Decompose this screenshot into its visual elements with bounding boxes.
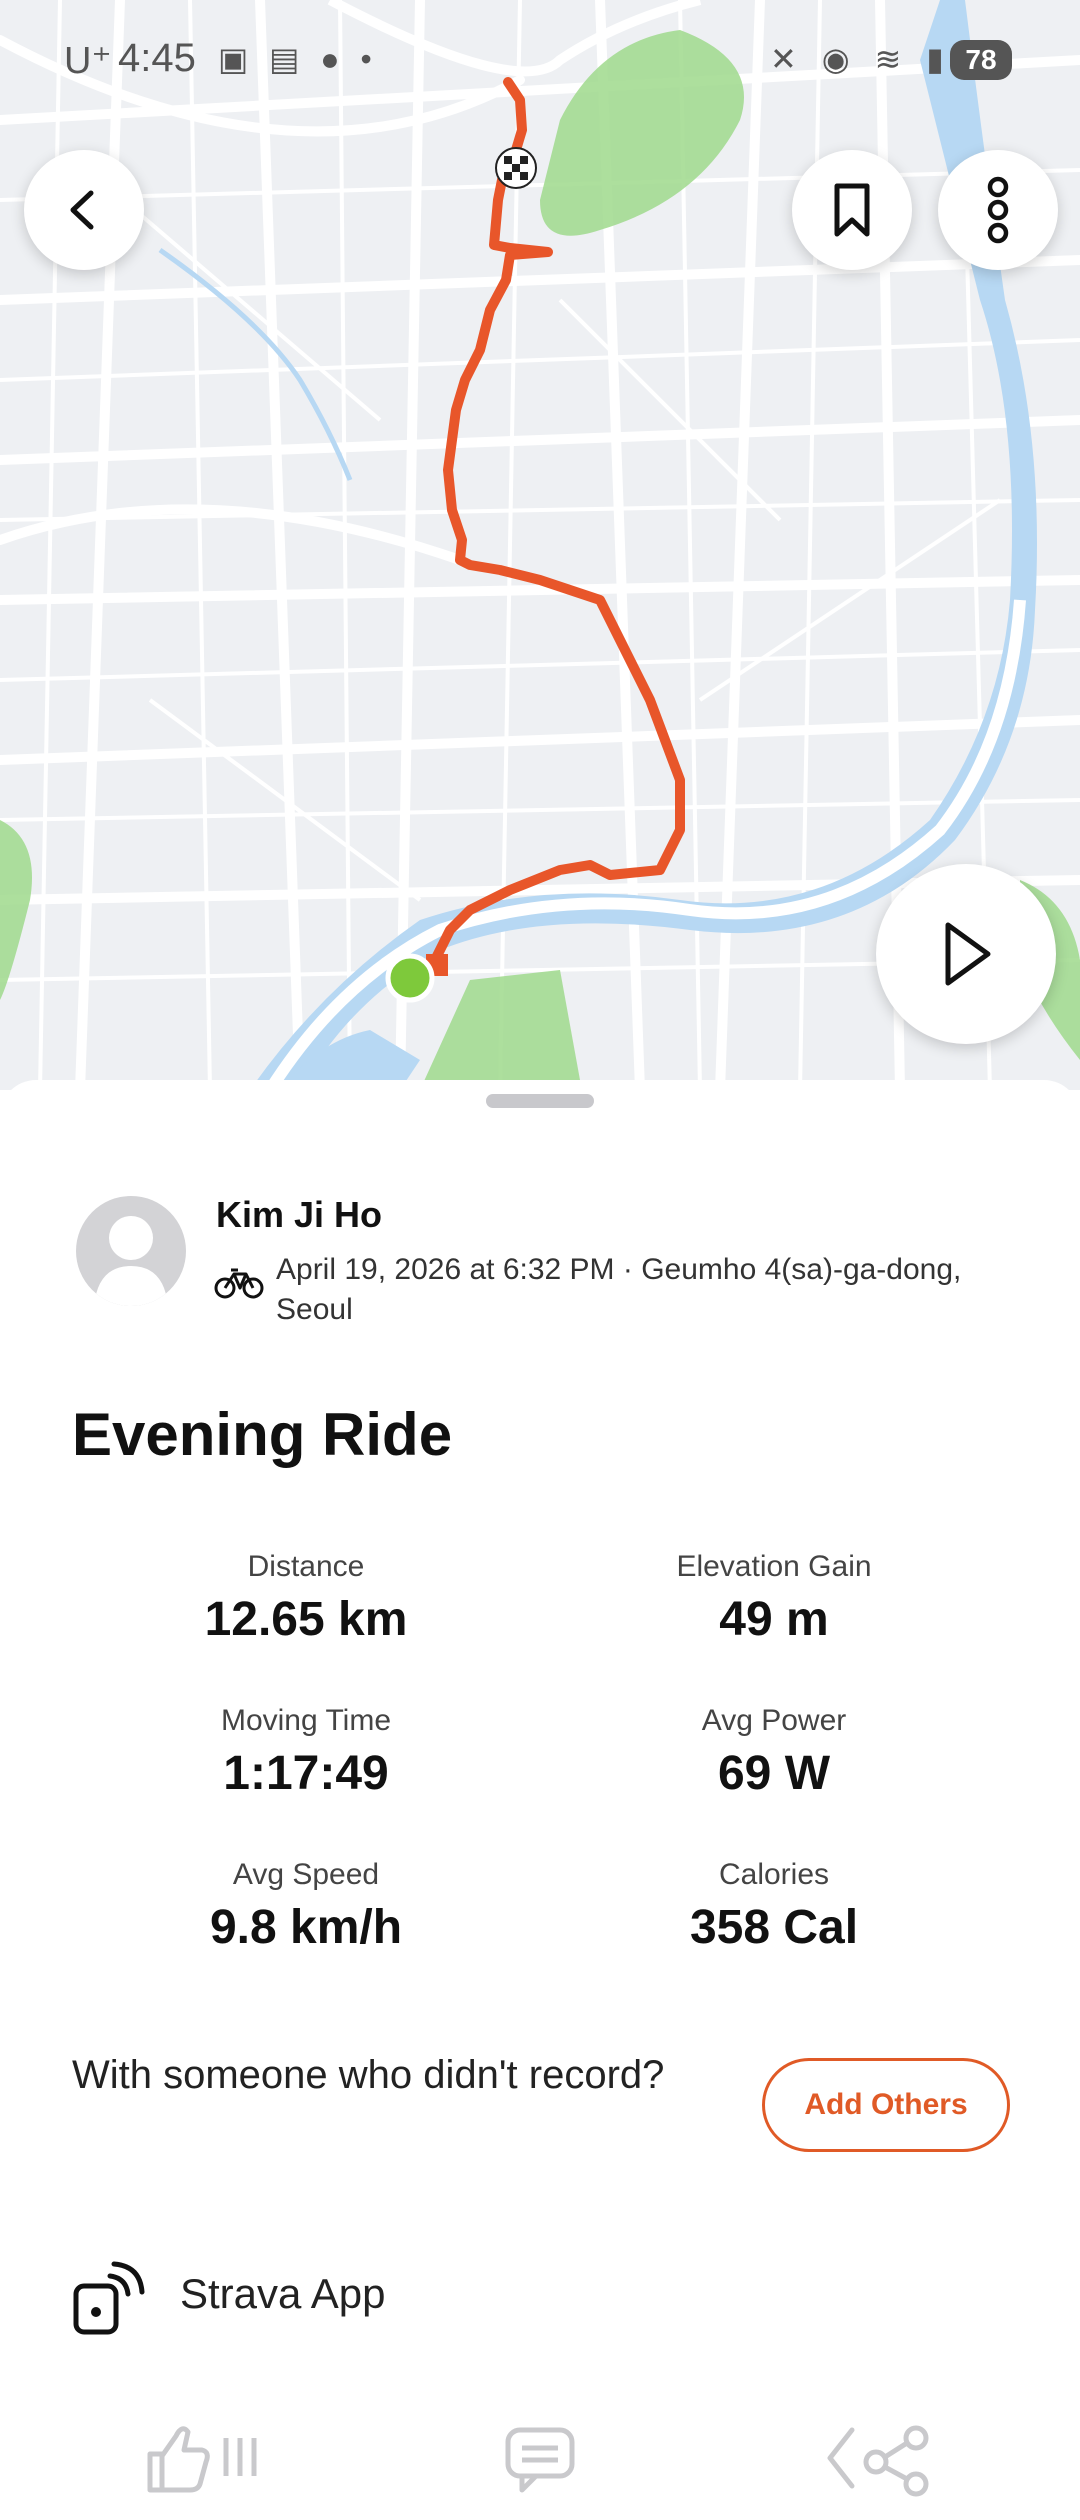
stat-value: 358 Cal (689, 1901, 859, 1954)
stat-label: Avg Power (701, 1704, 847, 1737)
device-name: Strava App (180, 2270, 386, 2317)
activity-title: Evening Ride (72, 1401, 453, 1468)
default-avatar-icon (94, 1216, 168, 1306)
stat-value: 12.65 km (204, 1593, 408, 1646)
stat-moving-time: Moving Time 1:17:49 (96, 1704, 516, 1801)
status-bar: U⁺ 4:45 ▣ ▤ ● • ✕ ◉ ≋ ▮ 78 (0, 0, 1080, 120)
carrier-label: U⁺ (64, 40, 112, 82)
play-flyover-button[interactable] (876, 864, 1056, 1044)
stat-distance: Distance 12.65 km (96, 1550, 516, 1647)
back-button[interactable] (24, 150, 144, 270)
stat-label: Elevation Gain (676, 1550, 872, 1583)
stat-value: 69 W (717, 1747, 831, 1800)
sheet-grabber[interactable] (486, 1094, 594, 1108)
system-icons: ✕ ◉ ≋ ▮ (770, 41, 952, 77)
add-others-button[interactable]: Add Others (762, 2058, 1010, 2152)
share-icon (827, 2425, 929, 2497)
activity-meta: April 19, 2026 at 6:32 PM · Geumho 4(sa)… (276, 1253, 962, 1326)
comment-button[interactable] (500, 2418, 580, 2503)
play-icon (945, 922, 991, 986)
stat-elevation-gain: Elevation Gain 49 m (564, 1550, 984, 1647)
notification-icons: ▣ ▤ ● • (218, 41, 378, 77)
start-marker (385, 953, 435, 1003)
stat-calories: Calories 358 Cal (564, 1858, 984, 1955)
bookmark-icon (834, 183, 870, 237)
route-map[interactable]: U⁺ 4:45 ▣ ▤ ● • ✕ ◉ ≋ ▮ 78 (0, 0, 1080, 1090)
share-button[interactable] (816, 2418, 946, 2503)
stat-label: Calories (718, 1858, 830, 1891)
stat-avg-power: Avg Power 69 W (564, 1704, 984, 1801)
thumbs-up-icon (147, 2426, 257, 2493)
bike-icon (214, 1268, 264, 1299)
kudos-button[interactable] (140, 2418, 270, 2503)
stat-value: 49 m (719, 1593, 829, 1646)
stat-avg-speed: Avg Speed 9.8 km/h (96, 1858, 516, 1955)
chevron-left-icon (70, 190, 94, 230)
athlete-name[interactable]: Kim Ji Ho (216, 1194, 382, 1236)
clock: 4:45 (118, 36, 196, 80)
activity-sheet: Kim Ji Ho April 19, 2026 at 6:32 PM · Ge… (0, 1080, 1080, 2440)
stat-label: Distance (247, 1550, 365, 1583)
comment-icon (505, 2427, 575, 2493)
stat-value: 9.8 km/h (209, 1901, 403, 1954)
stat-label: Moving Time (220, 1704, 392, 1737)
stat-value: 1:17:49 (223, 1747, 389, 1800)
stat-label: Avg Speed (232, 1858, 380, 1891)
battery-indicator: 78 (950, 40, 1012, 80)
bookmark-button[interactable] (792, 150, 912, 270)
device-app-icon (73, 2261, 145, 2335)
bottom-action-bar (0, 2400, 1080, 2520)
avatar[interactable] (76, 1196, 186, 1306)
more-vertical-icon (987, 176, 1009, 244)
with-others-prompt: With someone who didn't record? (72, 2053, 665, 2097)
more-options-button[interactable] (938, 150, 1058, 270)
